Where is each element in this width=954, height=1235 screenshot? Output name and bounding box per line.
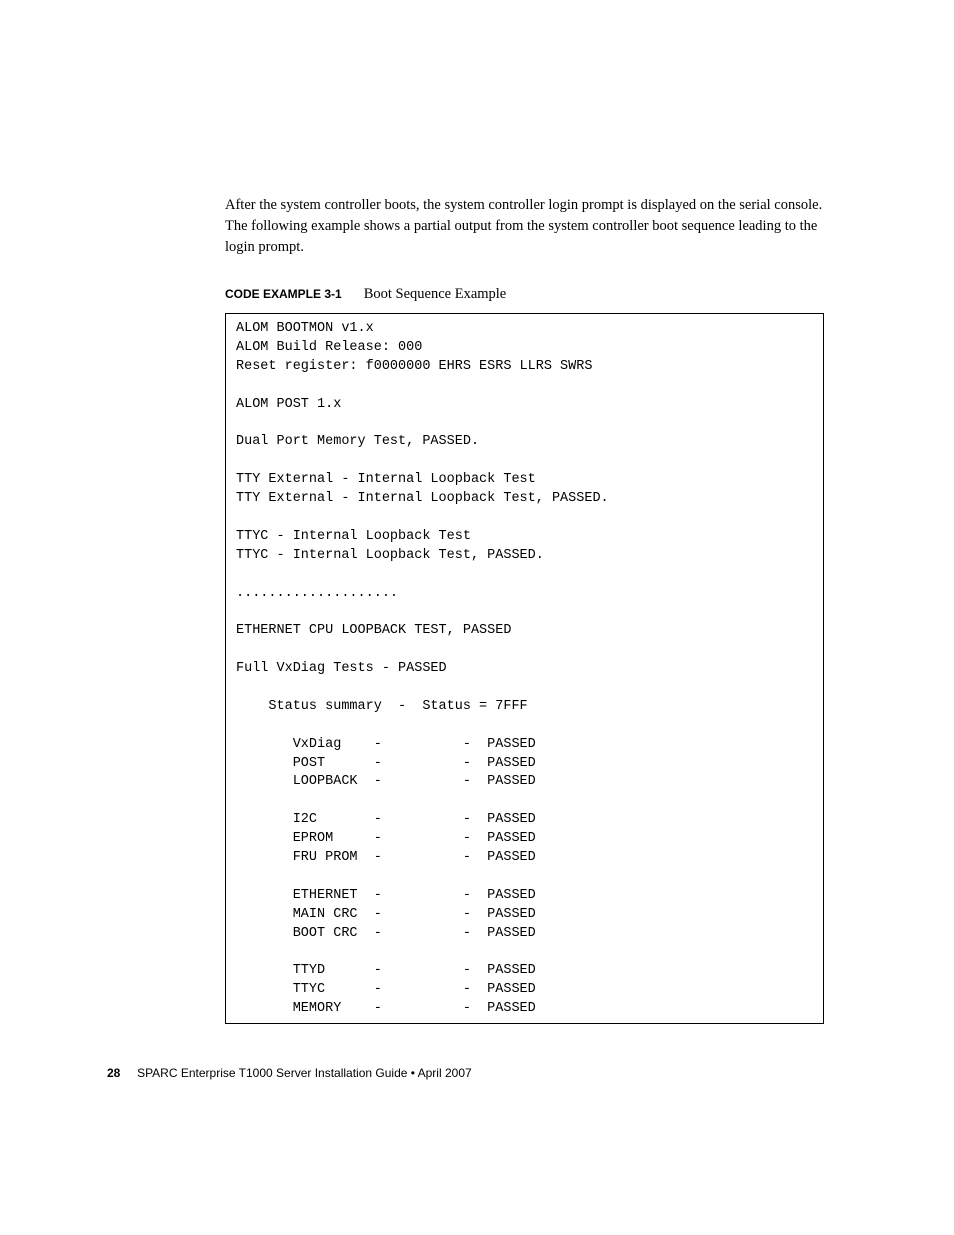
- page-content: After the system controller boots, the s…: [0, 0, 954, 1024]
- intro-paragraph: After the system controller boots, the s…: [225, 195, 824, 258]
- caption-label: CODE EXAMPLE 3-1: [225, 287, 342, 301]
- page-number: 28: [107, 1066, 120, 1080]
- footer-separator: [124, 1066, 134, 1080]
- footer-text: SPARC Enterprise T1000 Server Installati…: [137, 1066, 472, 1080]
- code-caption: CODE EXAMPLE 3-1 Boot Sequence Example: [225, 286, 824, 303]
- code-example-box: ALOM BOOTMON v1.x ALOM Build Release: 00…: [225, 313, 824, 1024]
- caption-title: Boot Sequence Example: [364, 286, 507, 303]
- page-footer: 28 SPARC Enterprise T1000 Server Install…: [107, 1066, 472, 1080]
